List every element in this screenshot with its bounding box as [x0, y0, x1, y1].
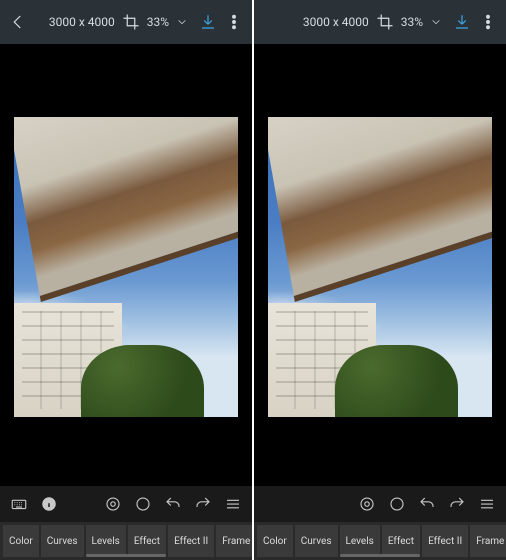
- undo-icon[interactable]: [160, 491, 186, 517]
- more-icon[interactable]: [478, 12, 498, 32]
- zoom-dropdown[interactable]: 33%: [147, 12, 192, 32]
- target-icon[interactable]: [100, 491, 126, 517]
- tab-frame[interactable]: Frame: [470, 525, 506, 557]
- undo-icon[interactable]: [414, 491, 440, 517]
- tab-color[interactable]: Color: [3, 525, 39, 557]
- image-canvas[interactable]: [254, 44, 506, 486]
- keyboard-icon[interactable]: [6, 491, 32, 517]
- photo-preview: [268, 117, 492, 417]
- tab-levels[interactable]: Levels: [86, 525, 126, 557]
- info-icon[interactable]: [36, 491, 62, 517]
- image-canvas[interactable]: [0, 44, 252, 486]
- crop-icon[interactable]: [375, 12, 395, 32]
- crop-icon[interactable]: [121, 12, 141, 32]
- home-indicator: [340, 554, 420, 557]
- circle-icon[interactable]: [130, 491, 156, 517]
- tab-color[interactable]: Color: [257, 525, 293, 557]
- home-indicator: [86, 554, 166, 557]
- tab-effect-ii[interactable]: Effect II: [422, 525, 468, 557]
- tab-effect-ii[interactable]: Effect II: [168, 525, 214, 557]
- tab-effect[interactable]: Effect: [382, 525, 420, 557]
- tool-icon-row: [254, 486, 506, 522]
- download-icon[interactable]: [452, 12, 472, 32]
- circle-icon[interactable]: [384, 491, 410, 517]
- menu-icon[interactable]: [220, 491, 246, 517]
- back-icon[interactable]: [8, 12, 28, 32]
- zoom-label: 33%: [401, 15, 423, 29]
- menu-icon[interactable]: [474, 491, 500, 517]
- more-icon[interactable]: [224, 12, 244, 32]
- redo-icon[interactable]: [190, 491, 216, 517]
- top-bar: 3000 x 4000 33%: [254, 0, 506, 44]
- photo-preview: [14, 117, 238, 417]
- tab-effect[interactable]: Effect: [128, 525, 166, 557]
- download-icon[interactable]: [198, 12, 218, 32]
- dimensions-label: 3000 x 4000: [49, 15, 115, 29]
- tool-icon-row: [0, 486, 252, 522]
- tab-levels[interactable]: Levels: [340, 525, 380, 557]
- tab-curves[interactable]: Curves: [295, 525, 338, 557]
- dimensions-label: 3000 x 4000: [303, 15, 369, 29]
- chevron-down-icon: [172, 12, 192, 32]
- top-bar: 3000 x 4000 33%: [0, 0, 252, 44]
- tab-curves[interactable]: Curves: [41, 525, 84, 557]
- target-icon[interactable]: [354, 491, 380, 517]
- zoom-label: 33%: [147, 15, 169, 29]
- chevron-down-icon: [426, 12, 446, 32]
- zoom-dropdown[interactable]: 33%: [401, 12, 446, 32]
- tab-frame[interactable]: Frame: [216, 525, 252, 557]
- redo-icon[interactable]: [444, 491, 470, 517]
